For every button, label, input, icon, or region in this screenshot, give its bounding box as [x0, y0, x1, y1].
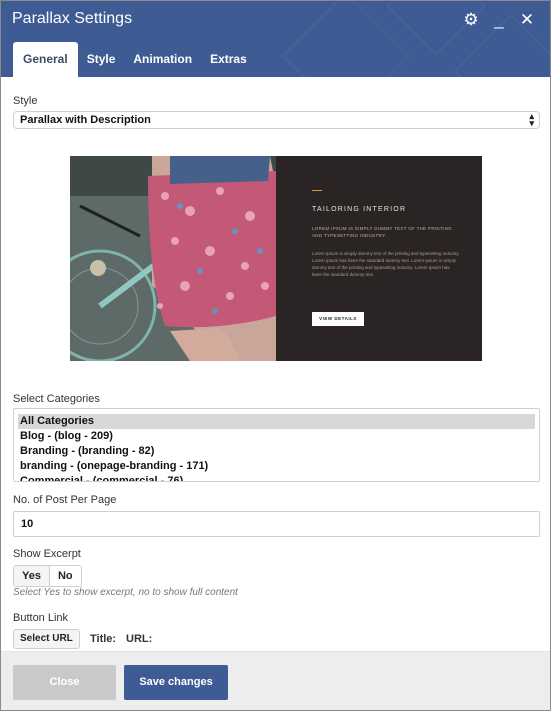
category-option[interactable]: Blog - (blog - 209)	[18, 429, 535, 444]
header-pattern	[282, 1, 410, 77]
bicycle-photo-illustration	[70, 156, 276, 361]
close-icon[interactable]: ✕	[518, 10, 536, 30]
show-excerpt-help: Select Yes to show excerpt, no to show f…	[13, 587, 238, 598]
show-excerpt-label: Show Excerpt	[13, 548, 81, 560]
show-excerpt-toggle: Yes No	[13, 565, 82, 587]
preview-title: TAILORING INTERIOR	[312, 206, 407, 213]
preview-view-details-button: VIEW DETAILS	[312, 312, 364, 326]
dialog-header: Parallax Settings ⚙ _ ✕ General Style An…	[1, 1, 550, 77]
excerpt-no-button[interactable]: No	[48, 566, 81, 586]
parallax-settings-dialog: Parallax Settings ⚙ _ ✕ General Style An…	[0, 0, 551, 711]
tab-general[interactable]: General	[13, 42, 78, 77]
category-option[interactable]: Commercial - (commercial - 76)	[18, 474, 535, 481]
tab-extras[interactable]: Extras	[201, 42, 256, 77]
close-button[interactable]: Close	[13, 665, 116, 700]
save-changes-button[interactable]: Save changes	[124, 665, 228, 700]
button-url-label: URL:	[126, 633, 153, 645]
style-select[interactable]: Parallax with Description ▴ ▾	[13, 111, 540, 129]
excerpt-yes-button[interactable]: Yes	[14, 566, 49, 586]
header-icons: ⚙ _ ✕	[462, 10, 536, 30]
category-option[interactable]: All Categories	[18, 414, 535, 429]
tab-animation[interactable]: Animation	[124, 42, 201, 77]
select-arrows-icon: ▴ ▾	[529, 111, 534, 128]
preview-accent-line	[312, 190, 322, 191]
tab-bar: General Style Animation Extras	[13, 42, 256, 77]
categories-label: Select Categories	[13, 393, 100, 405]
posts-per-page-label: No. of Post Per Page	[13, 494, 117, 506]
style-select-value: Parallax with Description	[20, 114, 151, 126]
category-option[interactable]: branding - (onepage-branding - 171)	[18, 459, 535, 474]
categories-listbox[interactable]: All Categories Blog - (blog - 209) Brand…	[13, 408, 540, 482]
preview-photo	[70, 156, 276, 361]
preview-subtitle: LOREM IPSUM IS SIMPLY DUMMY TEXT OF THE …	[312, 226, 452, 238]
dialog-title: Parallax Settings	[12, 10, 133, 27]
button-link-label: Button Link	[13, 612, 69, 624]
gear-icon[interactable]: ⚙	[462, 10, 480, 30]
posts-per-page-input[interactable]: 10	[13, 511, 540, 537]
minimize-icon[interactable]: _	[490, 10, 508, 30]
select-url-button[interactable]: Select URL	[13, 629, 80, 649]
tab-style[interactable]: Style	[78, 42, 125, 77]
dialog-body: Style Parallax with Description ▴ ▾ TAIL…	[1, 77, 550, 651]
style-label: Style	[13, 95, 38, 107]
dialog-footer: Close Save changes	[1, 651, 550, 710]
preview-body: Lorem Ipsum is simply dummy text of the …	[312, 251, 460, 277]
style-preview-image: TAILORING INTERIOR LOREM IPSUM IS SIMPLY…	[70, 156, 482, 361]
category-option[interactable]: Branding - (branding - 82)	[18, 444, 535, 459]
button-title-label: Title:	[90, 633, 117, 645]
